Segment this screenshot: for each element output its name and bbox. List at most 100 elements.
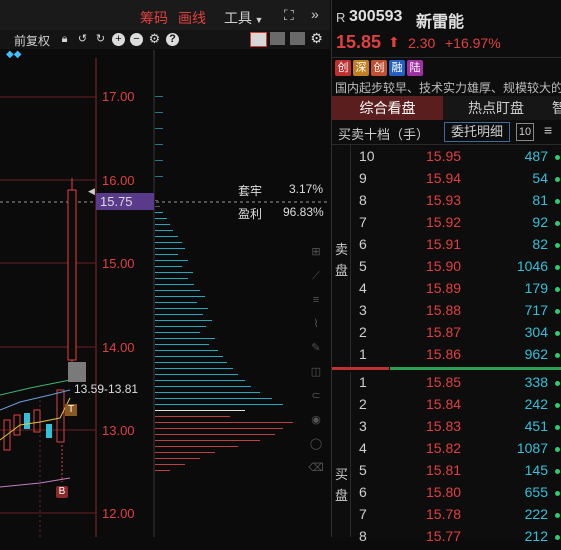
orderbook-row[interactable]: 1 15.85 338: [332, 374, 561, 396]
chip-bar: [155, 428, 283, 429]
candle-body: [13, 414, 21, 436]
tool-icon[interactable]: ✎: [306, 336, 326, 360]
orderbook-row[interactable]: 1 15.86 962: [332, 346, 561, 368]
level: 3: [359, 418, 367, 434]
trapped-label: 套牢: [238, 184, 263, 198]
badge-lu[interactable]: 陆: [407, 60, 423, 76]
help-icon[interactable]: ?: [166, 33, 179, 46]
orderbook-row[interactable]: 8 15.77 212: [332, 528, 561, 550]
orderbook-row[interactable]: 7 15.92 92: [332, 214, 561, 236]
tool-icon[interactable]: ⌫: [306, 456, 326, 480]
orderbook-row[interactable]: 6 15.91 82: [332, 236, 561, 258]
ten-level-toggle[interactable]: 10: [516, 123, 534, 141]
tab-hotspot[interactable]: 热点盯盘: [446, 96, 546, 120]
chart-toolbar: 筹码 画线 工具 ▼ ⛶ »: [0, 0, 330, 31]
volume: 962: [524, 346, 548, 362]
level: 1: [359, 346, 367, 362]
price: 15.89: [426, 280, 462, 296]
chip-bar: [155, 422, 293, 423]
price: 15.91: [426, 236, 462, 252]
menu-icon[interactable]: ≡: [544, 122, 552, 138]
chip-bar: [155, 386, 251, 387]
fullscreen-icon[interactable]: ⛶: [284, 7, 294, 24]
orderbook-row[interactable]: 3 15.88 717: [332, 302, 561, 324]
orderbook-row[interactable]: 9 15.94 54: [332, 170, 561, 192]
bid-ask-ratio-bar: [332, 367, 561, 371]
tab-more[interactable]: 智: [552, 96, 561, 120]
level: 1: [359, 374, 367, 390]
lock-icon[interactable]: 🔒︎: [58, 33, 71, 46]
chip-bar: [155, 314, 203, 315]
chip-bar: [155, 380, 245, 381]
price-tick: 17.00: [102, 89, 135, 104]
orderbook-row[interactable]: 2 15.87 304: [332, 324, 561, 346]
chip-bar: [155, 266, 182, 267]
expand-right-icon[interactable]: »: [311, 6, 319, 22]
chip-bar: [155, 410, 245, 411]
chip-bar: [155, 112, 163, 113]
marker-b[interactable]: B: [56, 486, 68, 498]
gear-icon[interactable]: ⚙: [148, 32, 161, 45]
orderbook-row[interactable]: 5 15.81 145: [332, 462, 561, 484]
orderbook-row[interactable]: 3 15.83 451: [332, 418, 561, 440]
orderbook-row[interactable]: 10 15.95 487: [332, 148, 561, 170]
orderbook-title: 买卖十档（手）: [338, 127, 430, 142]
badge-shen[interactable]: 深: [353, 60, 369, 76]
play-icon[interactable]: [270, 32, 285, 45]
tool-icon[interactable]: ◫: [306, 360, 326, 384]
price: 15.95: [426, 148, 462, 164]
status-dot-icon: [555, 425, 560, 430]
layout-list-icon[interactable]: [250, 32, 267, 47]
tool-icon[interactable]: ◯: [306, 432, 326, 456]
orderbook-row[interactable]: 4 15.89 179: [332, 280, 561, 302]
chip-bar: [155, 144, 163, 145]
badge-rong[interactable]: 融: [389, 60, 405, 76]
price-change: 2.30: [408, 35, 436, 51]
tool-icon[interactable]: ◉: [306, 408, 326, 432]
chip-bar: [155, 200, 158, 201]
quote-tabs: 综合看盘 热点盯盘 智: [332, 96, 561, 120]
chip-bar: [155, 350, 218, 351]
badge-chuang2[interactable]: 创: [371, 60, 387, 76]
orderbook-row[interactable]: 5 15.90 1046: [332, 258, 561, 280]
chip-bar: [155, 416, 230, 417]
refresh-icon[interactable]: ↻: [94, 33, 107, 46]
tool-icon[interactable]: ≡: [306, 288, 326, 312]
orderbook-row[interactable]: 2 15.84 242: [332, 396, 561, 418]
tool-icon[interactable]: ⟋: [306, 264, 326, 288]
chip-bar: [155, 290, 200, 291]
undo-icon[interactable]: ↺: [76, 33, 89, 46]
chip-bar: [155, 326, 206, 327]
stock-code: 300593: [349, 8, 403, 25]
tool-icon[interactable]: ⊞: [306, 240, 326, 264]
orderbook-row[interactable]: 6 15.80 655: [332, 484, 561, 506]
chip-bar: [155, 308, 208, 309]
tool-icon[interactable]: ⊂: [306, 384, 326, 408]
price: 15.86: [426, 346, 462, 362]
orderbook-row[interactable]: 8 15.93 81: [332, 192, 561, 214]
chip-bar: [155, 434, 275, 435]
orderbook-row[interactable]: 4 15.82 1087: [332, 440, 561, 462]
company-intro[interactable]: 国内起步较早、技术实力雄厚、规模较大的: [335, 79, 561, 96]
zoom-in-icon[interactable]: +: [112, 33, 125, 46]
tools-menu[interactable]: 工具 ▼: [224, 8, 263, 28]
tab-chips[interactable]: 筹码: [140, 8, 168, 28]
badge-chuang[interactable]: 创: [335, 60, 351, 76]
play-end-icon[interactable]: [290, 32, 305, 45]
tool-icon[interactable]: ⌇: [306, 312, 326, 336]
candle-body: [33, 409, 41, 433]
chip-bar: [155, 218, 167, 219]
chip-bar: [155, 272, 193, 273]
fuquan-selector[interactable]: 前复权: [14, 32, 50, 49]
zoom-out-icon[interactable]: −: [130, 33, 143, 46]
tab-overview[interactable]: 综合看盘: [332, 96, 443, 120]
chip-bar: [155, 296, 205, 297]
marker-t[interactable]: T: [65, 404, 77, 416]
status-dot-icon: [555, 221, 560, 226]
chip-bar: [155, 344, 209, 345]
settings-icon[interactable]: ⚙: [310, 31, 323, 45]
tab-draw-line[interactable]: 画线: [178, 8, 206, 28]
entrust-detail-button[interactable]: 委托明细: [444, 122, 510, 142]
level: 8: [359, 192, 367, 208]
orderbook-row[interactable]: 7 15.78 222: [332, 506, 561, 528]
